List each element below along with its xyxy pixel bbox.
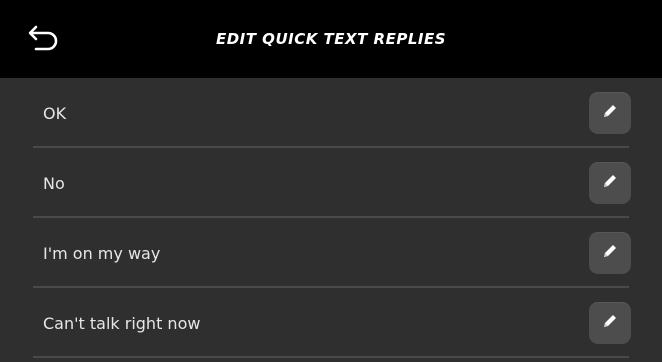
edit-reply-button[interactable] (589, 232, 631, 274)
back-button[interactable] (22, 18, 66, 60)
quick-replies-screen: EDIT QUICK TEXT REPLIES OK No I'm on my … (0, 0, 662, 362)
pencil-icon (601, 172, 619, 194)
pencil-icon (601, 242, 619, 264)
reply-label: Can't talk right now (43, 313, 201, 333)
list-item: No (0, 148, 662, 218)
pencil-icon (601, 102, 619, 124)
header-bar: EDIT QUICK TEXT REPLIES (0, 0, 662, 78)
reply-label: No (43, 173, 65, 193)
quick-replies-list: OK No I'm on my way Can't talk right now (0, 78, 662, 358)
reply-label: I'm on my way (43, 243, 161, 263)
list-item: Can't talk right now (0, 288, 662, 358)
pencil-icon (601, 312, 619, 334)
reply-label: OK (43, 103, 67, 123)
page-title: EDIT QUICK TEXT REPLIES (215, 30, 447, 48)
list-item: I'm on my way (0, 218, 662, 288)
list-item: OK (0, 78, 662, 148)
divider (33, 356, 629, 358)
back-arrow-icon (26, 21, 62, 57)
edit-reply-button[interactable] (589, 302, 631, 344)
edit-reply-button[interactable] (589, 92, 631, 134)
edit-reply-button[interactable] (589, 162, 631, 204)
